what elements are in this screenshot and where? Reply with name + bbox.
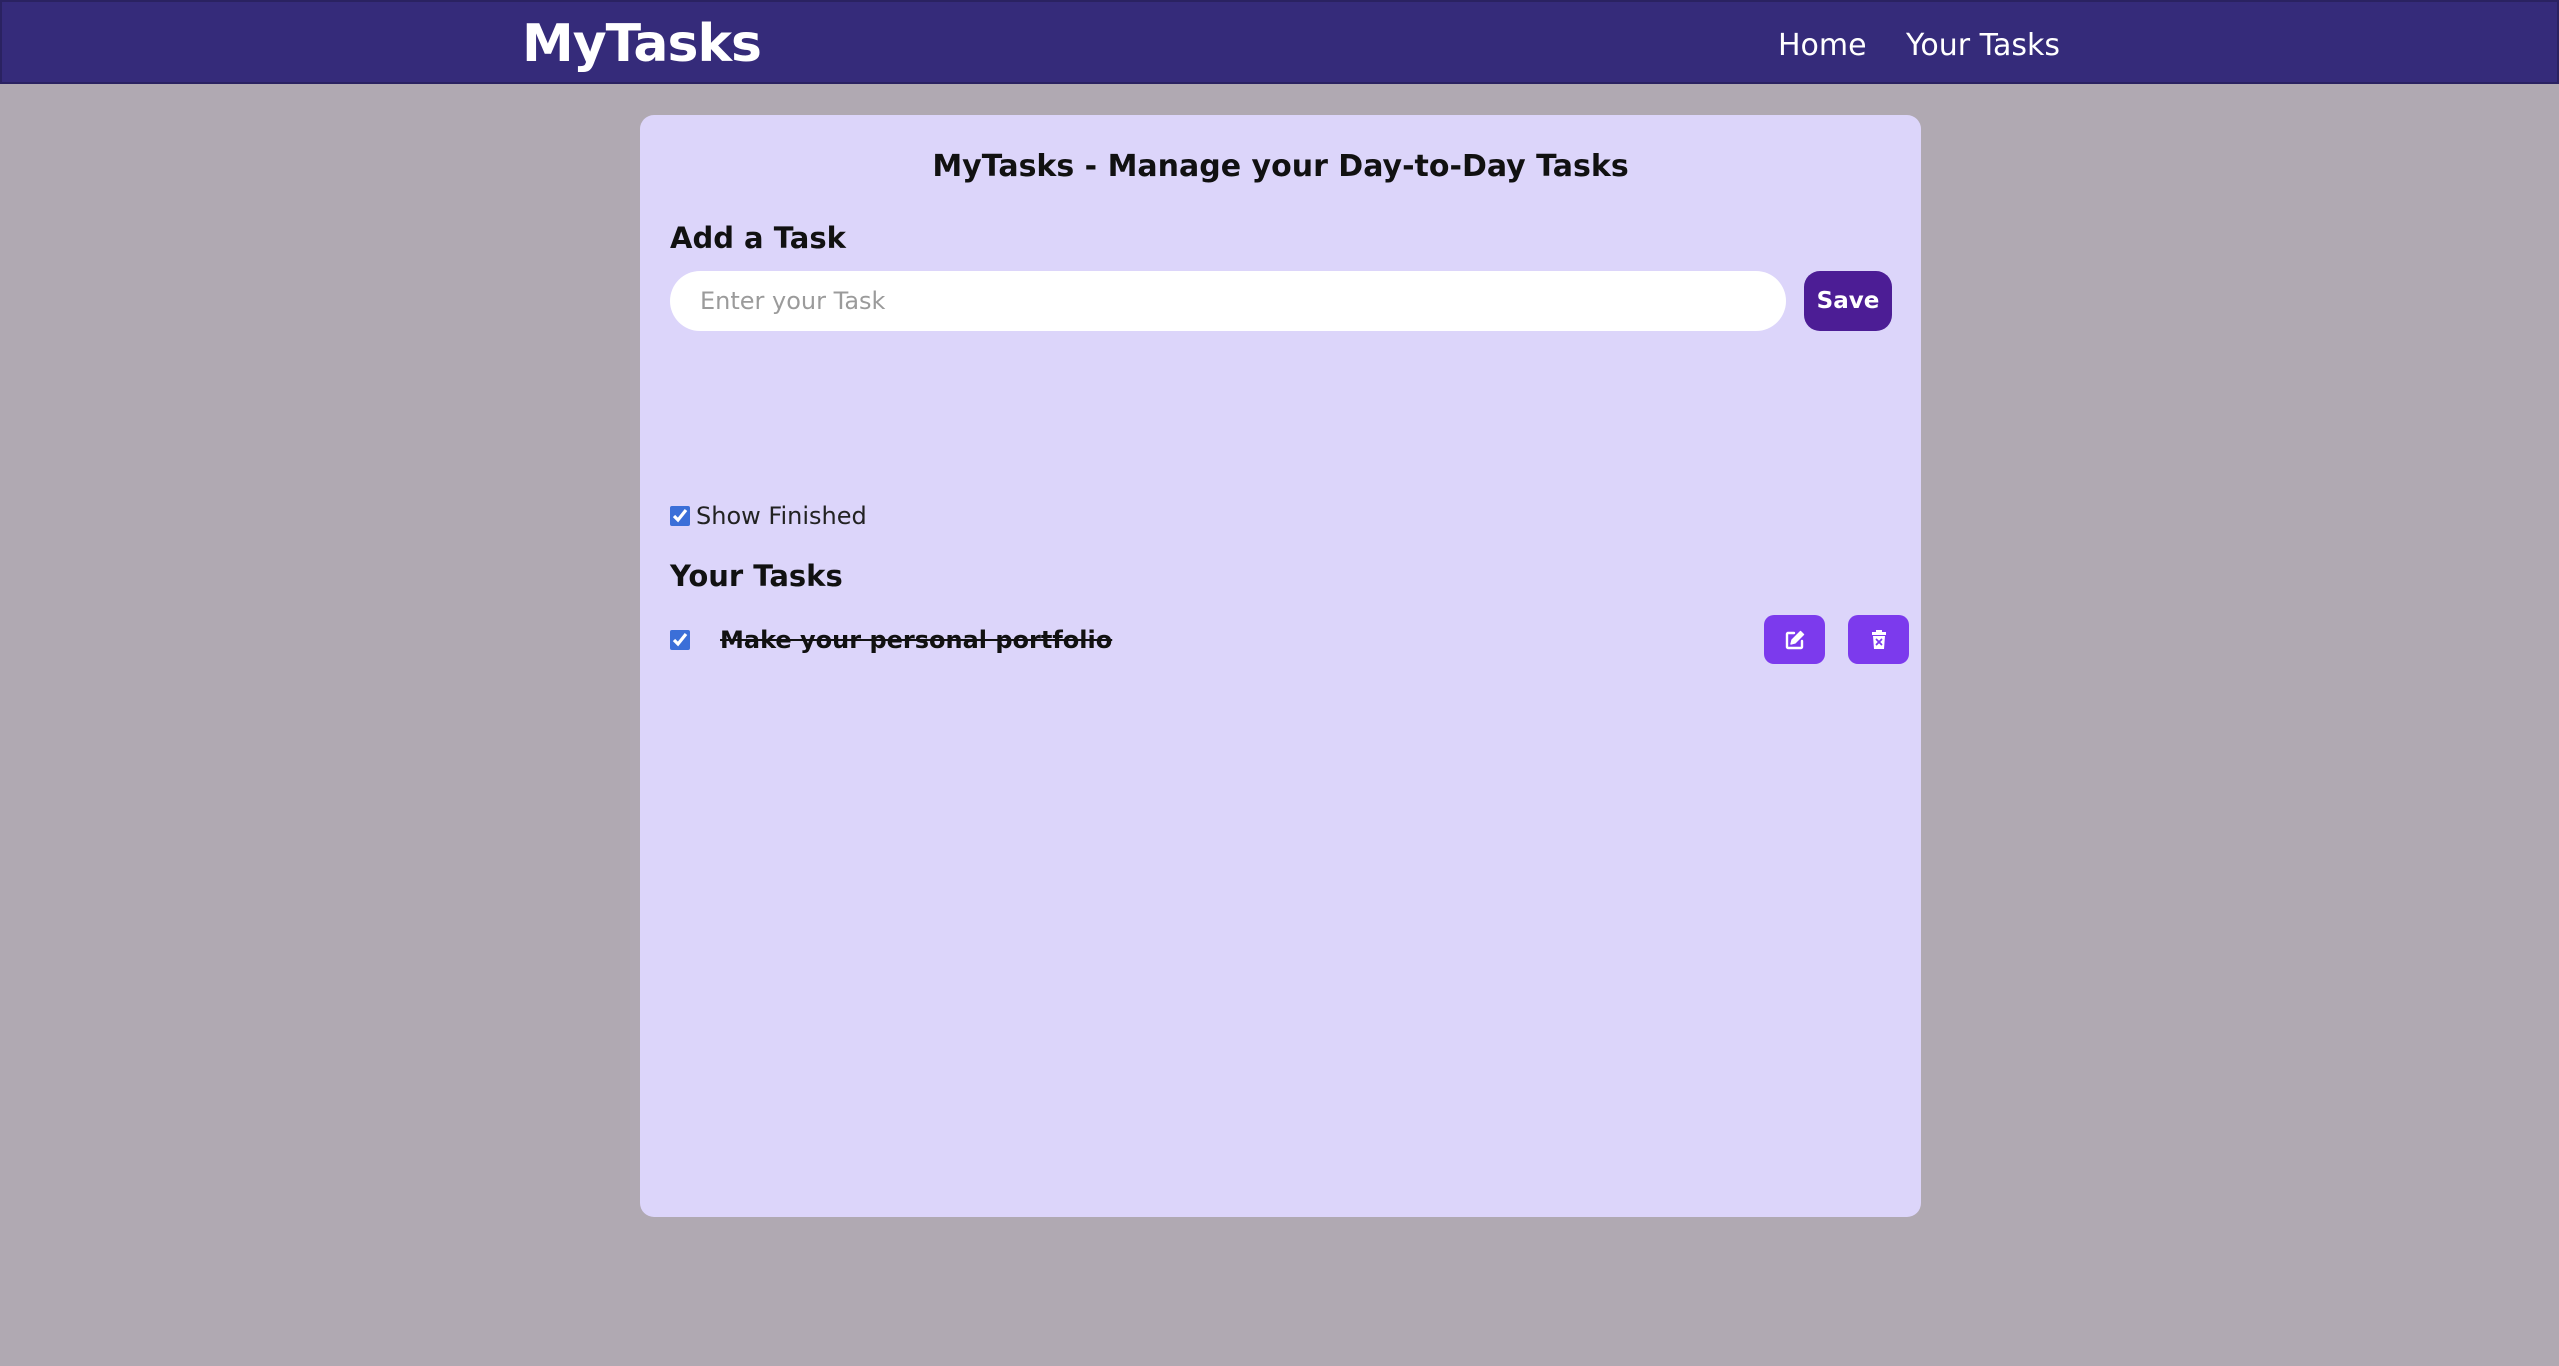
page-title: MyTasks - Manage your Day-to-Day Tasks xyxy=(932,149,1629,184)
navbar: MyTasks Home Your Tasks xyxy=(0,0,2559,84)
show-finished-checkbox[interactable] xyxy=(670,506,690,526)
task-done-checkbox[interactable] xyxy=(670,630,690,650)
your-tasks-heading: Your Tasks xyxy=(670,559,843,593)
brand-logo[interactable]: MyTasks xyxy=(522,12,762,76)
main-card: MyTasks - Manage your Day-to-Day Tasks A… xyxy=(640,115,1921,1217)
edit-icon xyxy=(1783,628,1807,652)
task-text: Make your personal portfolio xyxy=(720,626,1113,654)
show-finished-toggle[interactable]: Show Finished xyxy=(670,499,867,533)
edit-task-button[interactable] xyxy=(1764,615,1825,664)
add-task-heading: Add a Task xyxy=(670,221,846,255)
delete-task-button[interactable] xyxy=(1848,615,1909,664)
task-row: Make your personal portfolio xyxy=(670,615,1909,665)
trash-icon xyxy=(1870,629,1888,650)
nav-link-home[interactable]: Home xyxy=(1778,26,1867,66)
show-finished-label: Show Finished xyxy=(696,502,867,530)
nav-link-your-tasks[interactable]: Your Tasks xyxy=(1906,26,2060,66)
task-input[interactable] xyxy=(670,271,1786,331)
save-button[interactable]: Save xyxy=(1804,271,1892,331)
